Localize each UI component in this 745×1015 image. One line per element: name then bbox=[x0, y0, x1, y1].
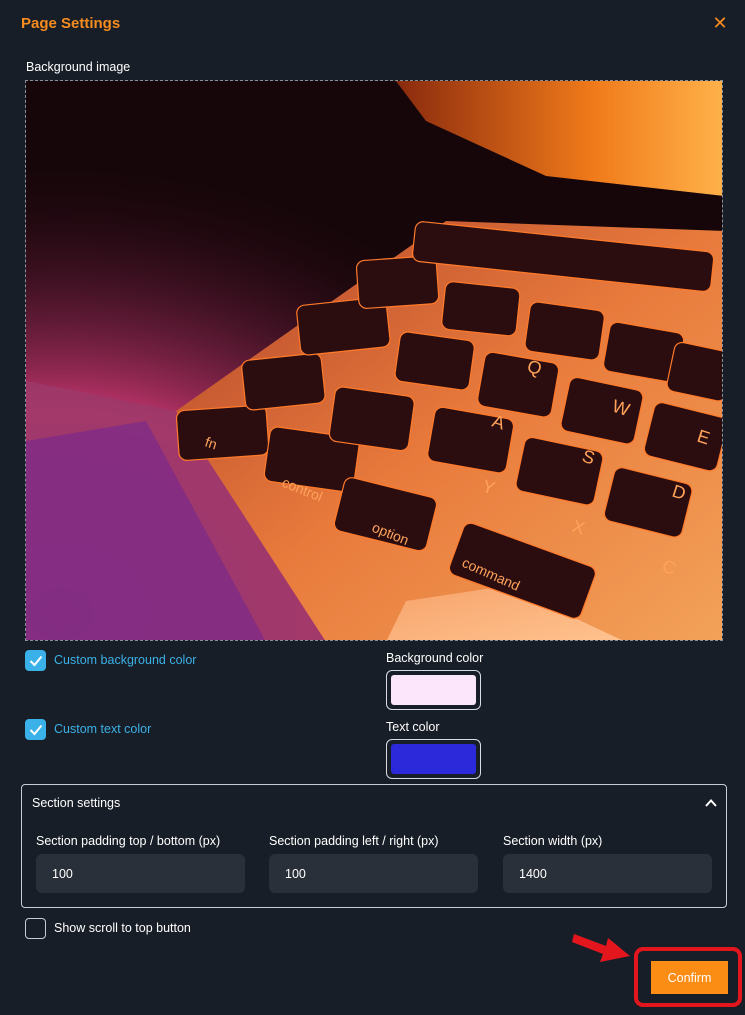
custom-background-color-label[interactable]: Custom background color bbox=[54, 653, 196, 667]
section-settings-title: Section settings bbox=[32, 796, 121, 810]
scroll-to-top-checkbox[interactable] bbox=[25, 918, 46, 939]
background-color-swatch[interactable] bbox=[386, 670, 481, 710]
background-color-value bbox=[391, 675, 476, 705]
text-color-swatch[interactable] bbox=[386, 739, 481, 779]
chevron-up-icon[interactable] bbox=[703, 795, 719, 811]
custom-background-color-checkbox[interactable] bbox=[25, 650, 46, 671]
background-image-preview[interactable]: fn control option command A S D Q W E Y … bbox=[25, 80, 723, 641]
padding-top-bottom-input[interactable] bbox=[36, 854, 245, 893]
custom-text-color-label[interactable]: Custom text color bbox=[54, 722, 151, 736]
background-image-label: Background image bbox=[26, 60, 131, 74]
text-color-label: Text color bbox=[386, 720, 440, 734]
padding-left-right-label: Section padding left / right (px) bbox=[269, 834, 439, 848]
checkmark-icon bbox=[29, 655, 43, 667]
section-width-label: Section width (px) bbox=[503, 834, 603, 848]
custom-text-color-checkbox[interactable] bbox=[25, 719, 46, 740]
page-settings-dialog: Page Settings ✕ Background image fn cont… bbox=[0, 0, 745, 1015]
confirm-button[interactable]: Confirm bbox=[651, 961, 728, 994]
text-color-value bbox=[391, 744, 476, 774]
padding-top-bottom-label: Section padding top / bottom (px) bbox=[36, 834, 221, 848]
red-arrow-icon bbox=[572, 934, 630, 962]
checkmark-icon bbox=[29, 724, 43, 736]
scroll-to-top-label[interactable]: Show scroll to top button bbox=[54, 921, 191, 935]
background-color-label: Background color bbox=[386, 651, 484, 665]
padding-left-right-input[interactable] bbox=[269, 854, 478, 893]
close-icon[interactable]: ✕ bbox=[711, 13, 729, 33]
section-settings-panel: Section settings Section padding top / b… bbox=[21, 784, 727, 908]
dialog-title: Page Settings bbox=[21, 15, 121, 32]
section-width-input[interactable] bbox=[503, 854, 712, 893]
laptop-keyboard-image: fn control option command A S D Q W E Y … bbox=[26, 81, 722, 640]
